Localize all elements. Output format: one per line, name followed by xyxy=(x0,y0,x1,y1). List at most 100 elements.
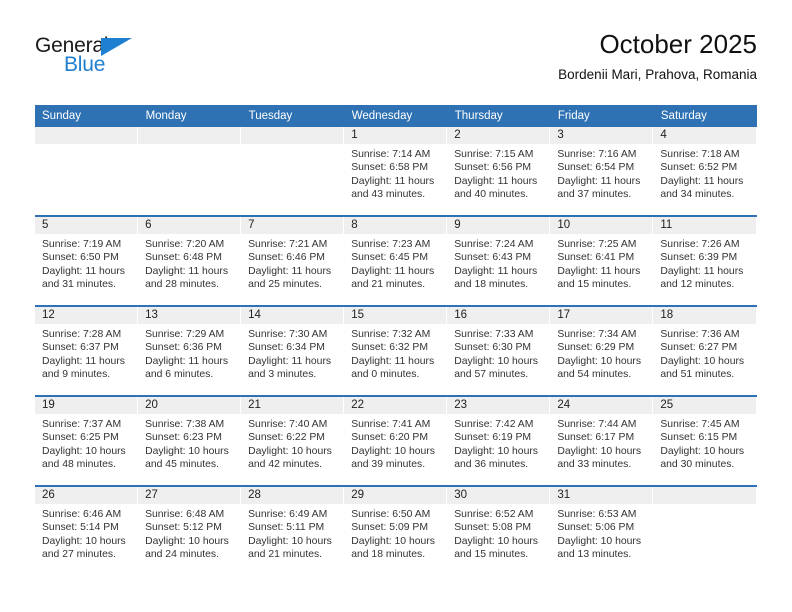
day-number: 30 xyxy=(447,487,551,504)
weekday-header-thursday: Thursday xyxy=(447,105,551,127)
day-cell-inner: 2 Sunrise: 7:15 AM Sunset: 6:56 PM Daylight… xyxy=(447,127,551,215)
day-cell[interactable]: 16 Sunrise: 7:33 AM Sunset: 6:30 PM Dayligh… xyxy=(447,305,551,396)
day-daylight-text: and 15 minutes. xyxy=(454,549,529,561)
day-sun-info: Sunrise: 7:41 AM Sunset: 6:20 PM Daylight:… xyxy=(344,414,447,472)
day-daylight-text: Daylight: 10 hours xyxy=(145,445,229,457)
day-cell-inner: 11 Sunrise: 7:26 AM Sunset: 6:39 PM Dayligh… xyxy=(653,217,757,305)
day-cell[interactable]: 17 Sunrise: 7:34 AM Sunset: 6:29 PM Dayligh… xyxy=(550,305,654,396)
day-daylight-text: Daylight: 11 hours xyxy=(660,265,744,277)
day-sunrise-text: Sunrise: 6:49 AM xyxy=(248,509,328,520)
day-daylight-text: Daylight: 10 hours xyxy=(454,445,538,457)
day-cell[interactable]: 25 Sunrise: 7:45 AM Sunset: 6:15 PM Dayligh… xyxy=(653,395,757,486)
day-cell-inner: 31 Sunrise: 6:53 AM Sunset: 5:06 PM Dayligh… xyxy=(550,487,654,575)
day-sunrise-text: Sunrise: 6:50 AM xyxy=(351,509,431,520)
day-sun-info: Sunrise: 6:49 AM Sunset: 5:11 PM Daylight:… xyxy=(241,504,344,562)
day-number: 29 xyxy=(344,487,448,504)
day-cell[interactable]: 20 Sunrise: 7:38 AM Sunset: 6:23 PM Dayligh… xyxy=(138,395,242,486)
day-number xyxy=(653,487,757,504)
weekday-header-monday: Monday xyxy=(138,105,242,127)
day-sunset-text: Sunset: 6:58 PM xyxy=(351,162,429,174)
day-cell-inner: 13 Sunrise: 7:29 AM Sunset: 6:36 PM Dayligh… xyxy=(138,307,242,395)
day-cell[interactable]: 6 Sunrise: 7:20 AM Sunset: 6:48 PM Daylight… xyxy=(138,215,242,306)
day-cell-empty xyxy=(241,127,345,216)
day-number: 31 xyxy=(550,487,654,504)
day-cell[interactable]: 4 Sunrise: 7:18 AM Sunset: 6:52 PM Daylight… xyxy=(653,127,757,216)
day-cell[interactable]: 29 Sunrise: 6:50 AM Sunset: 5:09 PM Dayligh… xyxy=(344,485,448,575)
general-blue-logo[interactable]: General Blue xyxy=(35,34,195,86)
day-cell[interactable]: 5 Sunrise: 7:19 AM Sunset: 6:50 PM Daylight… xyxy=(35,215,139,306)
page-header: General Blue October 2025 Bordenii Mari,… xyxy=(35,28,757,98)
day-cell[interactable]: 28 Sunrise: 6:49 AM Sunset: 5:11 PM Dayligh… xyxy=(241,485,345,575)
day-number: 25 xyxy=(653,397,757,414)
day-number: 15 xyxy=(344,307,448,324)
day-cell-inner: 27 Sunrise: 6:48 AM Sunset: 5:12 PM Dayligh… xyxy=(138,487,242,575)
day-sunrise-text: Sunrise: 7:33 AM xyxy=(454,329,534,340)
day-cell[interactable]: 2 Sunrise: 7:15 AM Sunset: 6:56 PM Daylight… xyxy=(447,127,551,216)
day-cell-inner: 18 Sunrise: 7:36 AM Sunset: 6:27 PM Dayligh… xyxy=(653,307,757,395)
day-cell[interactable]: 27 Sunrise: 6:48 AM Sunset: 5:12 PM Dayligh… xyxy=(138,485,242,575)
day-number: 1 xyxy=(344,127,448,144)
day-daylight-text: Daylight: 10 hours xyxy=(557,535,642,547)
day-cell[interactable]: 14 Sunrise: 7:30 AM Sunset: 6:34 PM Dayligh… xyxy=(241,305,345,396)
day-sunrise-text: Sunrise: 7:29 AM xyxy=(145,329,225,340)
day-number: 3 xyxy=(550,127,654,144)
day-daylight-text: and 39 minutes. xyxy=(351,459,426,471)
day-cell-inner: 3 Sunrise: 7:16 AM Sunset: 6:54 PM Daylight… xyxy=(550,127,654,215)
day-number: 9 xyxy=(447,217,551,234)
day-cell[interactable]: 30 Sunrise: 6:52 AM Sunset: 5:08 PM Dayligh… xyxy=(447,485,551,575)
day-number: 17 xyxy=(550,307,654,324)
day-cell-inner: 12 Sunrise: 7:28 AM Sunset: 6:37 PM Dayligh… xyxy=(35,307,139,395)
day-sunrise-text: Sunrise: 7:24 AM xyxy=(454,239,534,250)
day-cell[interactable]: 31 Sunrise: 6:53 AM Sunset: 5:06 PM Dayligh… xyxy=(550,485,654,575)
day-cell[interactable]: 12 Sunrise: 7:28 AM Sunset: 6:37 PM Dayligh… xyxy=(35,305,139,396)
day-daylight-text: Daylight: 11 hours xyxy=(454,265,538,277)
day-number: 10 xyxy=(550,217,654,234)
day-daylight-text: Daylight: 10 hours xyxy=(351,445,435,457)
day-cell[interactable]: 26 Sunrise: 6:46 AM Sunset: 5:14 PM Dayligh… xyxy=(35,485,139,575)
day-cell[interactable]: 11 Sunrise: 7:26 AM Sunset: 6:39 PM Dayligh… xyxy=(653,215,757,306)
day-cell[interactable]: 13 Sunrise: 7:29 AM Sunset: 6:36 PM Dayligh… xyxy=(138,305,242,396)
day-cell-inner: 9 Sunrise: 7:24 AM Sunset: 6:43 PM Daylight… xyxy=(447,217,551,305)
day-cell[interactable]: 10 Sunrise: 7:25 AM Sunset: 6:41 PM Dayligh… xyxy=(550,215,654,306)
day-cell[interactable]: 3 Sunrise: 7:16 AM Sunset: 6:54 PM Daylight… xyxy=(550,127,654,216)
day-cell-inner: 16 Sunrise: 7:33 AM Sunset: 6:30 PM Dayligh… xyxy=(447,307,551,395)
day-sun-info: Sunrise: 7:38 AM Sunset: 6:23 PM Daylight:… xyxy=(138,414,241,472)
day-daylight-text: Daylight: 10 hours xyxy=(248,535,332,547)
day-number: 16 xyxy=(447,307,551,324)
day-sunrise-text: Sunrise: 7:23 AM xyxy=(351,239,431,250)
day-daylight-text: and 45 minutes. xyxy=(145,459,219,471)
day-sun-info: Sunrise: 7:19 AM Sunset: 6:50 PM Daylight:… xyxy=(35,234,138,292)
day-cell[interactable]: 8 Sunrise: 7:23 AM Sunset: 6:45 PM Daylight… xyxy=(344,215,448,306)
day-sunrise-text: Sunrise: 7:21 AM xyxy=(248,239,328,250)
day-cell[interactable]: 24 Sunrise: 7:44 AM Sunset: 6:17 PM Dayligh… xyxy=(550,395,654,486)
day-sun-info: Sunrise: 7:37 AM Sunset: 6:25 PM Daylight:… xyxy=(35,414,138,472)
day-sun-info: Sunrise: 7:34 AM Sunset: 6:29 PM Daylight:… xyxy=(550,324,653,382)
weekday-header-tuesday: Tuesday xyxy=(241,105,345,127)
day-sunset-text: Sunset: 6:41 PM xyxy=(557,252,635,264)
day-daylight-text: Daylight: 11 hours xyxy=(660,175,744,187)
day-sunset-text: Sunset: 6:43 PM xyxy=(454,252,532,264)
day-sunset-text: Sunset: 6:36 PM xyxy=(145,342,222,354)
day-cell[interactable]: 19 Sunrise: 7:37 AM Sunset: 6:25 PM Dayligh… xyxy=(35,395,139,486)
day-sun-info: Sunrise: 7:29 AM Sunset: 6:36 PM Daylight:… xyxy=(138,324,241,382)
day-cell[interactable]: 1 Sunrise: 7:14 AM Sunset: 6:58 PM Daylight… xyxy=(344,127,448,216)
day-cell[interactable]: 23 Sunrise: 7:42 AM Sunset: 6:19 PM Dayligh… xyxy=(447,395,551,486)
day-sunrise-text: Sunrise: 6:52 AM xyxy=(454,509,534,520)
day-sunset-text: Sunset: 6:50 PM xyxy=(42,252,119,264)
day-cell[interactable]: 9 Sunrise: 7:24 AM Sunset: 6:43 PM Daylight… xyxy=(447,215,551,306)
day-daylight-text: Daylight: 11 hours xyxy=(351,265,435,277)
day-sun-info: Sunrise: 7:15 AM Sunset: 6:56 PM Daylight:… xyxy=(447,144,550,202)
day-sunrise-text: Sunrise: 7:37 AM xyxy=(42,419,122,430)
day-cell[interactable]: 7 Sunrise: 7:21 AM Sunset: 6:46 PM Daylight… xyxy=(241,215,345,306)
day-cell[interactable]: 21 Sunrise: 7:40 AM Sunset: 6:22 PM Dayligh… xyxy=(241,395,345,486)
day-cell[interactable]: 22 Sunrise: 7:41 AM Sunset: 6:20 PM Dayligh… xyxy=(344,395,448,486)
day-daylight-text: Daylight: 11 hours xyxy=(351,175,435,187)
day-cell[interactable]: 18 Sunrise: 7:36 AM Sunset: 6:27 PM Dayligh… xyxy=(653,305,757,396)
day-number: 19 xyxy=(35,397,139,414)
day-cell[interactable]: 15 Sunrise: 7:32 AM Sunset: 6:32 PM Dayligh… xyxy=(344,305,448,396)
day-daylight-text: Daylight: 11 hours xyxy=(557,265,641,277)
day-sunrise-text: Sunrise: 7:42 AM xyxy=(454,419,534,430)
calendar-week-row: 5 Sunrise: 7:19 AM Sunset: 6:50 PM Daylight… xyxy=(35,215,757,306)
day-sun-info: Sunrise: 7:28 AM Sunset: 6:37 PM Daylight:… xyxy=(35,324,138,382)
day-cell-inner: 22 Sunrise: 7:41 AM Sunset: 6:20 PM Dayligh… xyxy=(344,397,448,485)
